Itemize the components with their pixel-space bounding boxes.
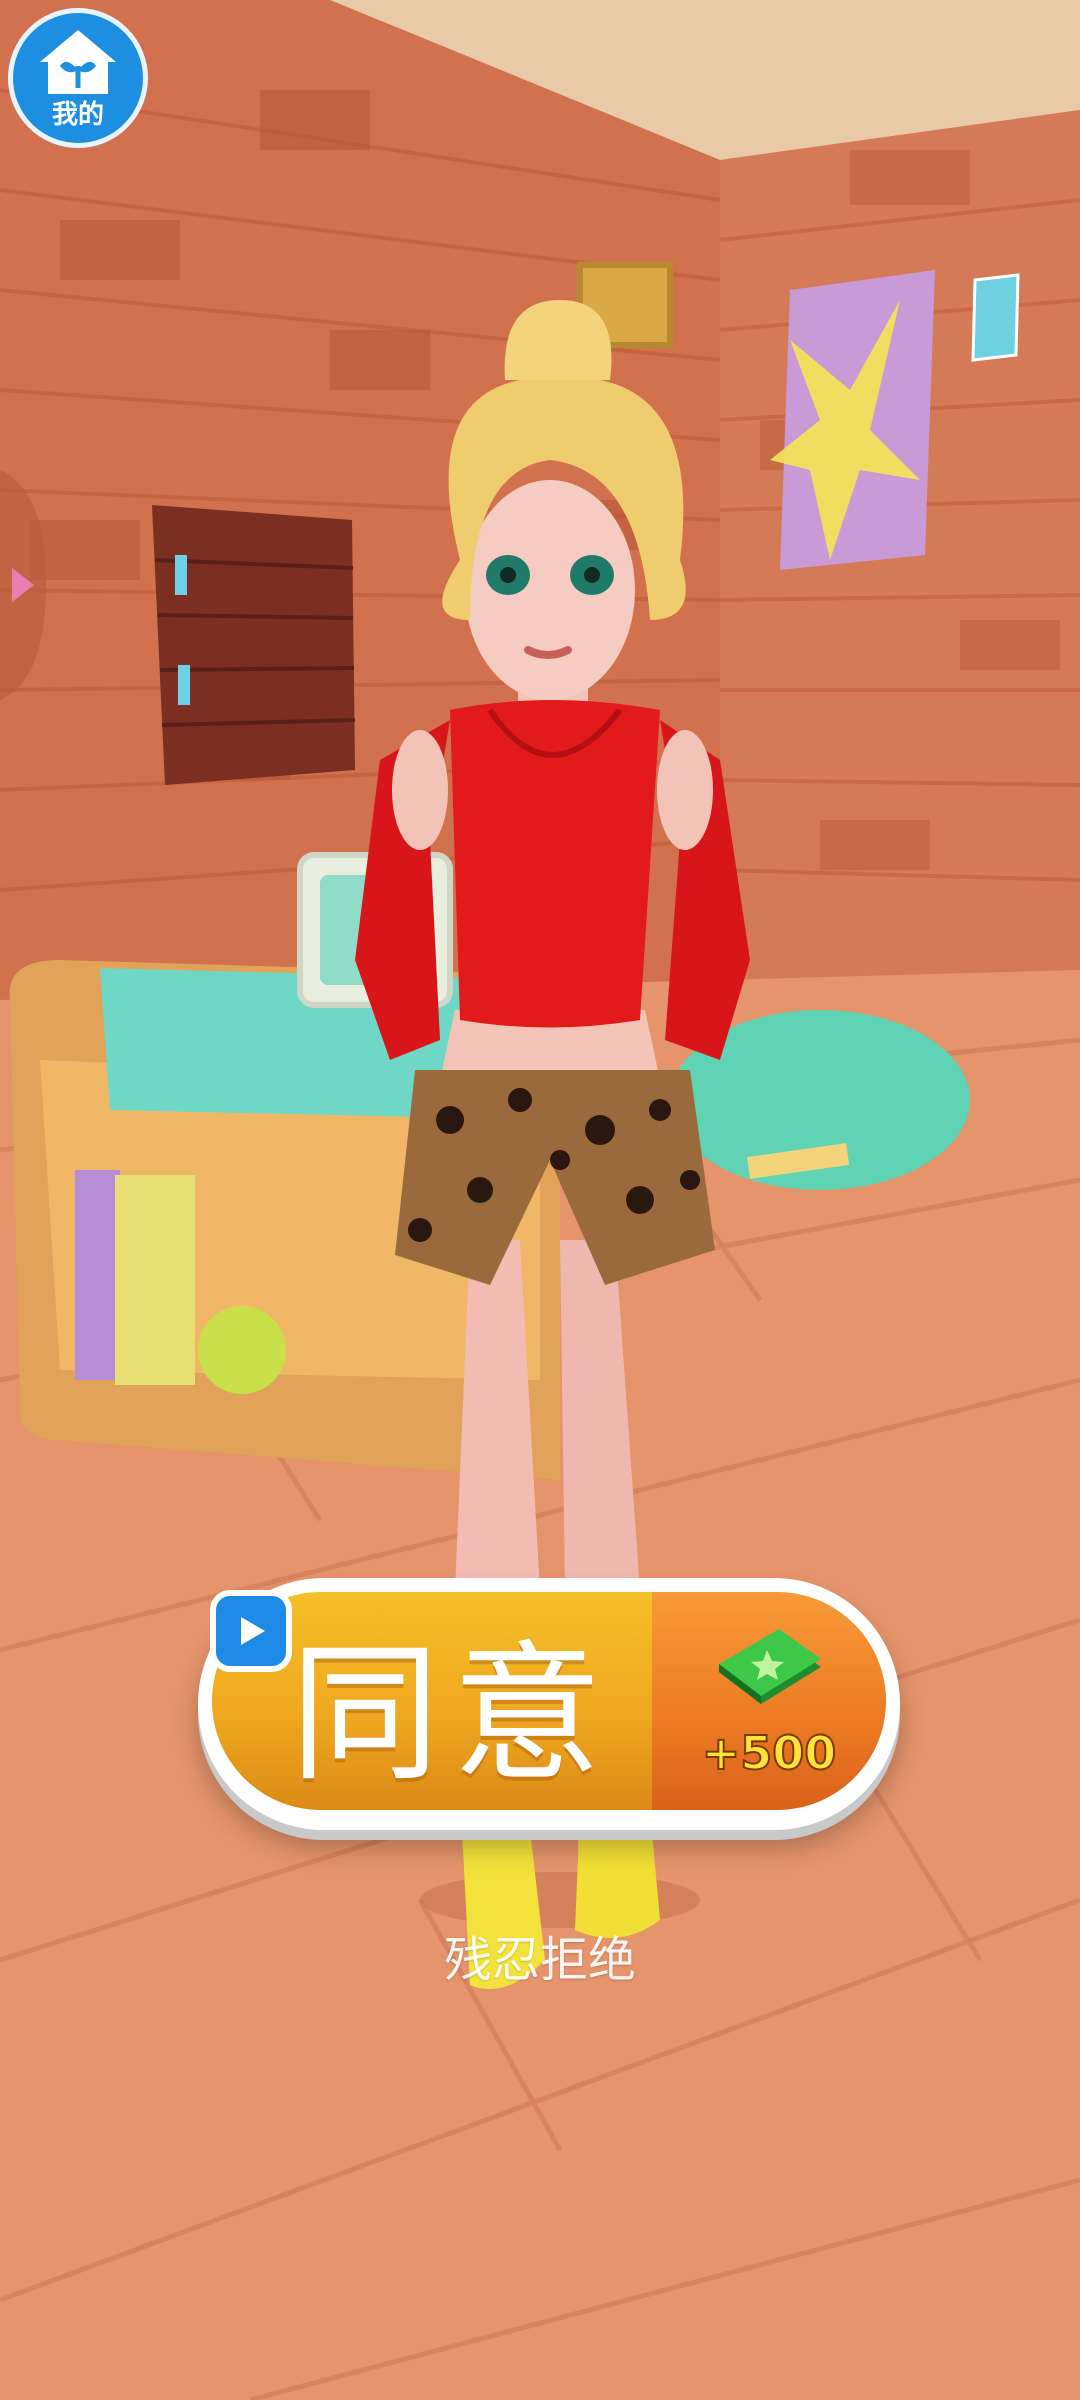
cash-stack-icon xyxy=(719,1629,821,1704)
game-scene xyxy=(0,0,1080,2400)
house-sprout-icon xyxy=(40,29,116,94)
home-button[interactable]: 我的 xyxy=(8,8,148,148)
agree-label: 同意 xyxy=(289,1627,614,1802)
play-video-icon xyxy=(210,1590,292,1672)
refuse-link[interactable]: 残忍拒绝 xyxy=(0,1920,1080,1990)
agree-button[interactable]: 同意 +500 xyxy=(198,1578,900,1830)
reward-amount: +500 xyxy=(701,1725,838,1781)
reward-area: +500 xyxy=(652,1592,886,1810)
home-label: 我的 xyxy=(51,99,104,130)
side-tab[interactable] xyxy=(0,470,48,700)
